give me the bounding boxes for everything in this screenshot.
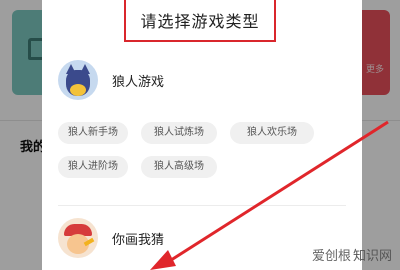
- annotation-arrows: [150, 120, 389, 270]
- watermark-domain: 知识网: [352, 249, 392, 264]
- watermark: 爱创根 知识网: [312, 245, 392, 264]
- screen: 更多 我的 请选择游戏类型 狼人游戏 狼人新手场 狼人试炼场 狼人欢乐场 狼人进…: [0, 0, 400, 270]
- watermark-name: 爱创根: [311, 249, 351, 264]
- annotation-arrow-line: [167, 120, 389, 264]
- annotation-arrow-head: [150, 250, 176, 270]
